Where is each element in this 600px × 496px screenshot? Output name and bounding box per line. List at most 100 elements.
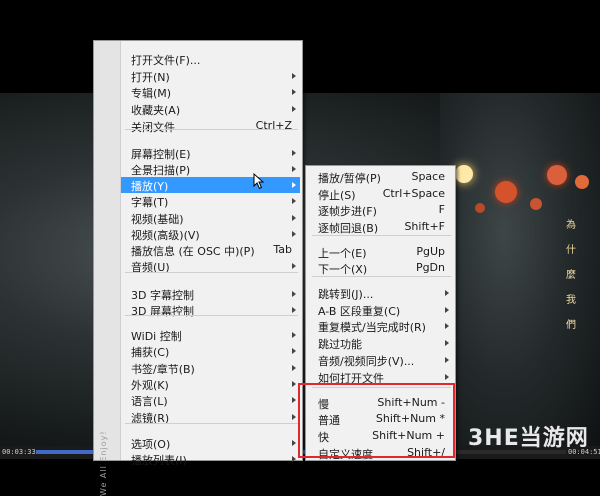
menu-item-shortcut: PgDn: [415, 261, 445, 274]
submenu-arrow-icon: [292, 215, 296, 221]
menu-separator: [125, 315, 298, 316]
menu-item-label: 关闭文件: [131, 121, 175, 134]
menu-item-label: 3D 屏幕控制: [131, 305, 194, 318]
menu-item[interactable]: 播放列表(I): [121, 451, 300, 467]
menu-item[interactable]: 音频/视频同步(V)...: [308, 352, 453, 368]
menu-separator: [125, 129, 298, 130]
submenu-arrow-icon: [445, 323, 449, 329]
menu-item[interactable]: 字幕(T): [121, 193, 300, 209]
menu-separator: [312, 276, 451, 277]
submenu-arrow-icon: [292, 89, 296, 95]
submenu-arrow-icon: [445, 340, 449, 346]
menu-item-label: 播放/暂停(P): [318, 172, 381, 185]
lyric-text: 為 什 麼 我 們: [565, 213, 577, 338]
menu-item-shortcut: Space: [411, 170, 445, 183]
menu-item-label: 3D 字幕控制: [131, 289, 194, 302]
menu-item[interactable]: 书签/章节(B): [121, 360, 300, 376]
menu-item-label: 语言(L): [131, 395, 168, 408]
lyric-char: 們: [566, 320, 576, 331]
submenu-arrow-icon: [445, 290, 449, 296]
submenu-arrow-icon: [292, 332, 296, 338]
submenu-arrow-icon: [292, 231, 296, 237]
lyric-char: 為: [566, 220, 576, 231]
lyric-char: 什: [566, 245, 576, 256]
menu-item-label: 收藏夹(A): [131, 104, 181, 117]
menu-item-label: 书签/章节(B): [131, 363, 195, 376]
mouse-cursor-icon: [253, 173, 265, 190]
menu-item-label: 跳过功能: [318, 338, 362, 351]
submenu-arrow-icon: [292, 198, 296, 204]
menu-item-shortcut: F: [438, 203, 445, 216]
submenu-arrow-icon: [292, 307, 296, 313]
menu-item[interactable]: 播放/暂停(P) Space: [308, 169, 453, 185]
submenu-arrow-icon: [292, 263, 296, 269]
menu-item-shortcut: Shift+F: [404, 220, 445, 233]
menu-item[interactable]: 屏幕控制(E): [121, 145, 300, 161]
submenu-arrow-icon: [445, 357, 449, 363]
menu-item-label: 专辑(M): [131, 87, 172, 100]
context-menu: We All Enjoy! 打开文件(F)... 打开(N) 专辑(M) 收藏夹(A)…: [93, 40, 303, 496]
menu-item[interactable]: WiDi 控制: [121, 327, 300, 343]
menu-item[interactable]: 播放信息 (在 OSC 中)(P) Tab: [121, 242, 300, 258]
menu-item[interactable]: 逐帧回退(B) Shift+F: [308, 219, 453, 235]
submenu-arrow-icon: [292, 397, 296, 403]
menu-item[interactable]: 全景扫描(P): [121, 161, 300, 177]
menu-item[interactable]: 收藏夹(A): [121, 101, 300, 117]
menu-item[interactable]: 播放(Y): [121, 177, 300, 193]
menu-item-label: 逐帧步进(F): [318, 205, 377, 218]
menu-separator: [125, 423, 298, 424]
menu-separator: [125, 272, 298, 273]
submenu-arrow-icon: [292, 414, 296, 420]
menu-item-label: 重复模式/当完成时(R): [318, 321, 426, 334]
menu-item-shortcut: Ctrl+Z: [255, 119, 292, 132]
menu-item-label: A-B 区段重复(C): [318, 305, 401, 318]
menu-item[interactable]: 选项(O): [121, 435, 300, 451]
submenu-arrow-icon: [292, 182, 296, 188]
submenu-arrow-icon: [292, 456, 296, 462]
menu-item-label: 视频(基础): [131, 213, 184, 226]
submenu-arrow-icon: [292, 291, 296, 297]
menu-item[interactable]: A-B 区段重复(C): [308, 302, 453, 318]
menu-item[interactable]: 外观(K): [121, 376, 300, 392]
menu-item[interactable]: 跳过功能: [308, 335, 453, 351]
strip-text: We All Enjoy!: [99, 430, 108, 496]
submenu-arrow-icon: [445, 307, 449, 313]
menu-item-label: 停止(S): [318, 189, 356, 202]
menu-item[interactable]: 跳转到(J)...: [308, 285, 453, 301]
menu-item[interactable]: 上一个(E) PgUp: [308, 244, 453, 260]
menu-item-label: 打开文件(F)...: [131, 54, 201, 67]
menu-item[interactable]: 打开文件(F)...: [121, 51, 300, 67]
submenu-arrow-icon: [292, 150, 296, 156]
menu-item-label: 字幕(T): [131, 196, 169, 209]
watermark-logo: 3HE当游网: [468, 426, 589, 451]
menu-item[interactable]: 打开(N): [121, 68, 300, 84]
menu-item[interactable]: 视频(基础): [121, 210, 300, 226]
menu-item[interactable]: 3D 字幕控制: [121, 286, 300, 302]
menu-item[interactable]: 专辑(M): [121, 84, 300, 100]
submenu-arrow-icon: [292, 348, 296, 354]
menu-item-label: 全景扫描(P): [131, 164, 191, 177]
menu-item-label: 下一个(X): [318, 263, 368, 276]
menu-item-shortcut: PgUp: [416, 245, 445, 258]
menu-item-label: 跳转到(J)...: [318, 288, 374, 301]
menu-item[interactable]: 语言(L): [121, 392, 300, 408]
speed-highlight-box: [298, 383, 455, 458]
menu-item[interactable]: 停止(S) Ctrl+Space: [308, 186, 453, 202]
menu-item[interactable]: 重复模式/当完成时(R): [308, 318, 453, 334]
menu-item-shortcut: Tab: [273, 243, 292, 256]
menu-item[interactable]: 关闭文件 Ctrl+Z: [121, 118, 300, 134]
menu-item[interactable]: 下一个(X) PgDn: [308, 260, 453, 276]
menu-item-label: 播放(Y): [131, 180, 169, 193]
lyric-char: 我: [566, 295, 576, 306]
submenu-arrow-icon: [292, 365, 296, 371]
menu-item[interactable]: 逐帧步进(F) F: [308, 202, 453, 218]
submenu-arrow-icon: [292, 381, 296, 387]
menu-item-label: 逐帧回退(B): [318, 222, 379, 235]
menu-item[interactable]: 视频(高级)(V): [121, 226, 300, 242]
current-time: 00:03:33: [2, 448, 36, 456]
submenu-arrow-icon: [292, 166, 296, 172]
menu-item-label: 播放信息 (在 OSC 中)(P): [131, 245, 255, 258]
menu-item-label: 音频/视频同步(V)...: [318, 355, 415, 368]
menu-item-label: WiDi 控制: [131, 330, 182, 343]
menu-item[interactable]: 捕获(C): [121, 343, 300, 359]
